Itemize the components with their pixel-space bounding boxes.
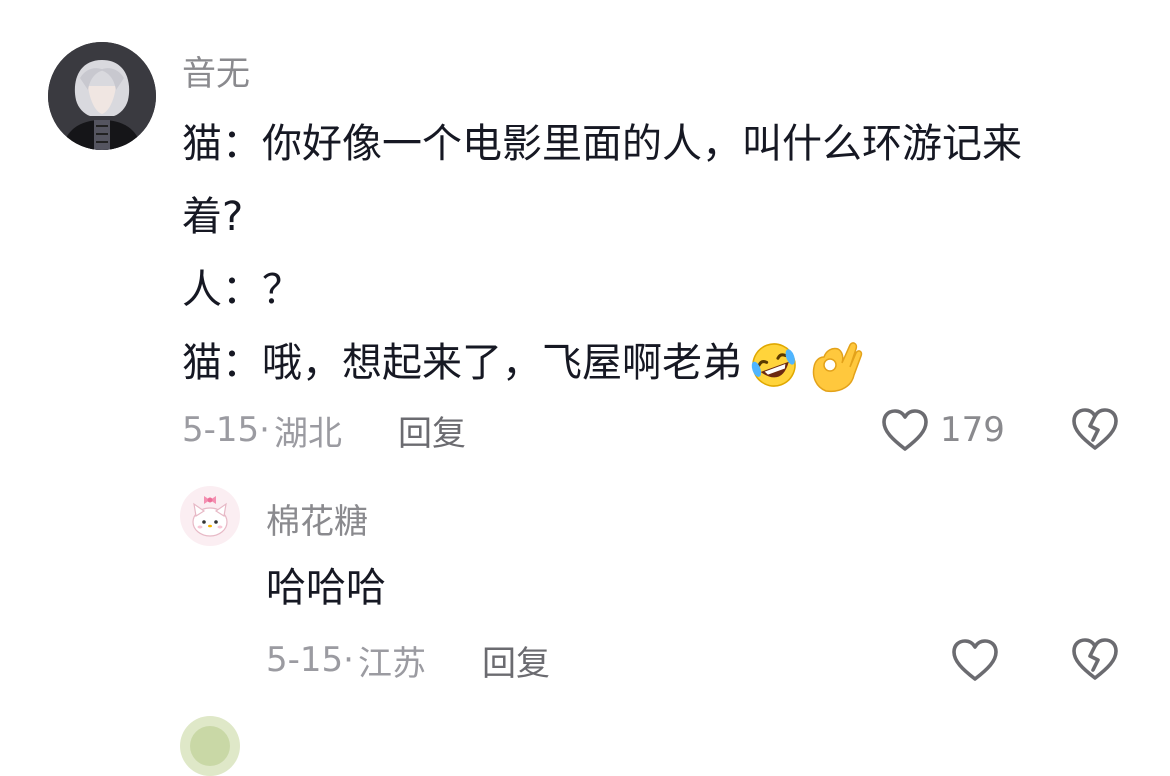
comment-line: 猫：哦，想起来了，飞屋啊老弟 [182,327,1022,400]
comment-meta: 5-15 · 江苏 回复 [266,636,550,684]
comment-text: 猫：你好像一个电影里面的人，叫什么环游记来 着? 人：？ 猫：哦，想起来了，飞屋… [182,108,1022,400]
broken-heart-icon [1072,408,1118,450]
comment-meta: 5-15 · 湖北 回复 [182,406,466,454]
reply-button[interactable]: 回复 [398,406,466,455]
user-avatar[interactable] [48,42,156,150]
comment-line: 哈哈哈 [266,565,386,611]
comment-date: 5-15 [266,640,344,680]
ok-hand-emoji-icon [806,337,864,393]
heart-icon [952,639,998,681]
username[interactable]: 棉花糖 [266,494,368,543]
cartoon-cat-avatar-icon [180,486,240,546]
user-avatar[interactable] [180,716,240,776]
like-count: 179 [940,410,1005,450]
anime-boy-avatar-icon [48,42,156,150]
like-button[interactable] [950,636,1000,684]
comment-date: 5-15 [182,410,260,450]
comment-text: 哈哈哈 [266,556,386,620]
comment-location: 江苏 [357,643,426,684]
comment-line: 着? [182,194,244,240]
heart-icon [882,409,928,451]
avatar-icon [180,716,240,776]
user-avatar[interactable] [180,486,240,546]
comment-line-text: 猫：哦，想起来了，飞屋啊老弟 [182,340,742,386]
meta-separator: · [343,640,354,680]
dislike-button[interactable] [1070,635,1120,683]
broken-heart-icon [1072,638,1118,680]
meta-separator: · [259,410,270,450]
comment-location: 湖北 [273,413,342,454]
rolling-on-floor-laughing-emoji-icon [746,340,802,390]
comment-line: 猫：你好像一个电影里面的人，叫什么环游记来 [182,121,1022,167]
dislike-button[interactable] [1070,405,1120,453]
like-button[interactable]: 179 [880,406,1005,454]
username[interactable]: 音无 [182,46,250,95]
comment-line: 人：？ [182,267,302,313]
reply-button[interactable]: 回复 [482,636,550,685]
